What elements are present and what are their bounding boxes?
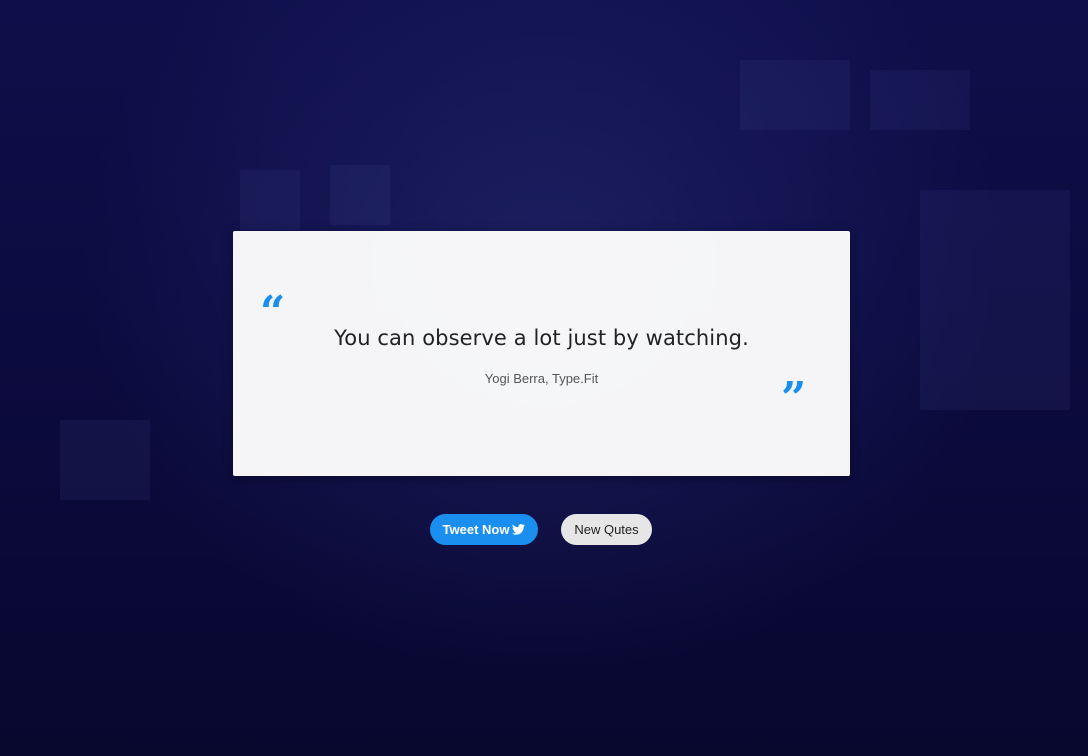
new-quote-button-label: New Qutes bbox=[574, 522, 639, 537]
quote-card: “ You can observe a lot just by watching… bbox=[233, 231, 850, 476]
tweet-button-label: Tweet Now bbox=[442, 522, 510, 537]
quote-text: You can observe a lot just by watching. bbox=[334, 326, 749, 350]
tweet-button[interactable]: Tweet Now bbox=[430, 514, 538, 545]
background-shelf bbox=[920, 190, 1070, 410]
quote-author: Yogi Berra, Type.Fit bbox=[484, 371, 599, 386]
background-shelf bbox=[330, 165, 390, 225]
background-shelf bbox=[240, 170, 300, 230]
background-shelf bbox=[740, 60, 850, 130]
background-shelf bbox=[870, 70, 970, 130]
quote-right-icon: ” bbox=[781, 373, 807, 424]
twitter-bird-icon bbox=[512, 524, 526, 535]
new-quote-button[interactable]: New Qutes bbox=[561, 514, 652, 545]
background-shelf bbox=[60, 420, 150, 500]
